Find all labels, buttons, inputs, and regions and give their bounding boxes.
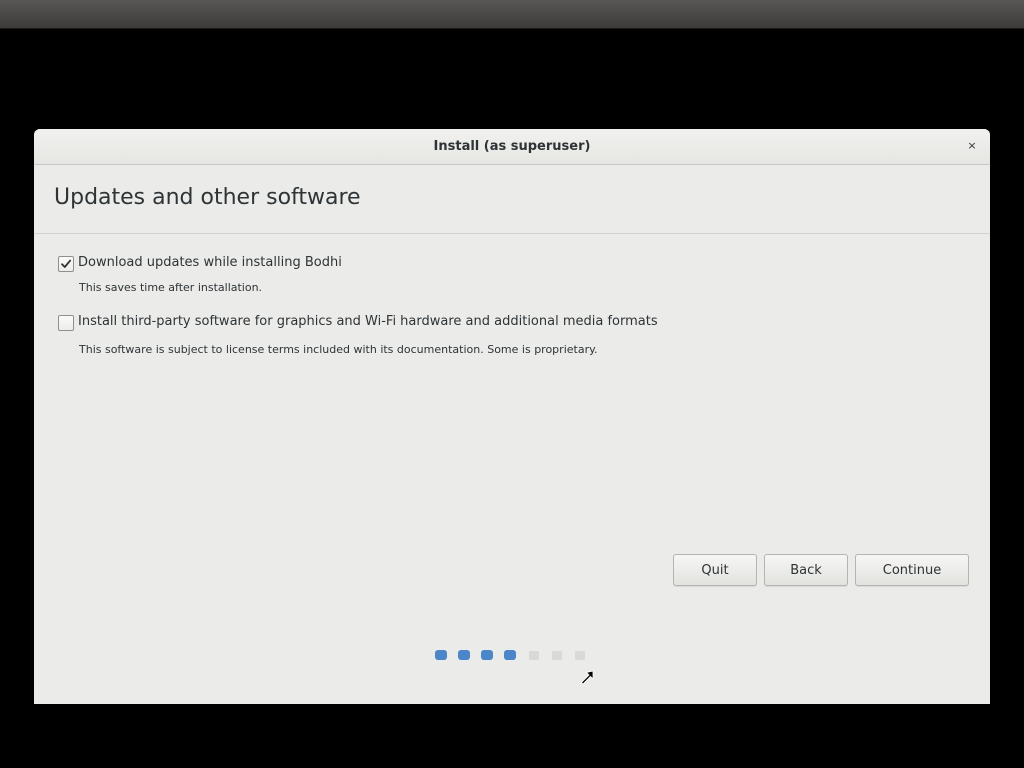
step-dot-3 <box>481 650 493 660</box>
third-party-software-description: This software is subject to license term… <box>79 343 598 356</box>
step-dot-6 <box>552 651 562 660</box>
checkmark-icon <box>61 259 72 268</box>
window-title: Install (as superuser) <box>433 139 591 154</box>
step-dot-1 <box>435 650 447 660</box>
page-title: Updates and other software <box>54 185 361 210</box>
mouse-pointer-icon <box>580 670 594 685</box>
step-dot-4 <box>504 650 516 660</box>
continue-button[interactable]: Continue <box>855 554 969 586</box>
step-dot-2 <box>458 650 470 660</box>
desktop-top-panel <box>0 0 1024 29</box>
download-updates-label[interactable]: Download updates while installing Bodhi <box>78 255 342 270</box>
third-party-software-label[interactable]: Install third-party software for graphic… <box>78 314 658 329</box>
step-dot-5 <box>529 651 539 660</box>
quit-button[interactable]: Quit <box>673 554 757 586</box>
close-icon[interactable]: × <box>964 138 980 154</box>
step-dot-7 <box>575 651 585 660</box>
third-party-software-checkbox[interactable] <box>58 315 74 331</box>
window-titlebar[interactable]: Install (as superuser) × <box>34 129 990 165</box>
download-updates-description: This saves time after installation. <box>79 281 263 294</box>
download-updates-checkbox[interactable] <box>58 256 74 272</box>
back-button[interactable]: Back <box>764 554 848 586</box>
installer-window: Install (as superuser) × Updates and oth… <box>34 129 990 704</box>
